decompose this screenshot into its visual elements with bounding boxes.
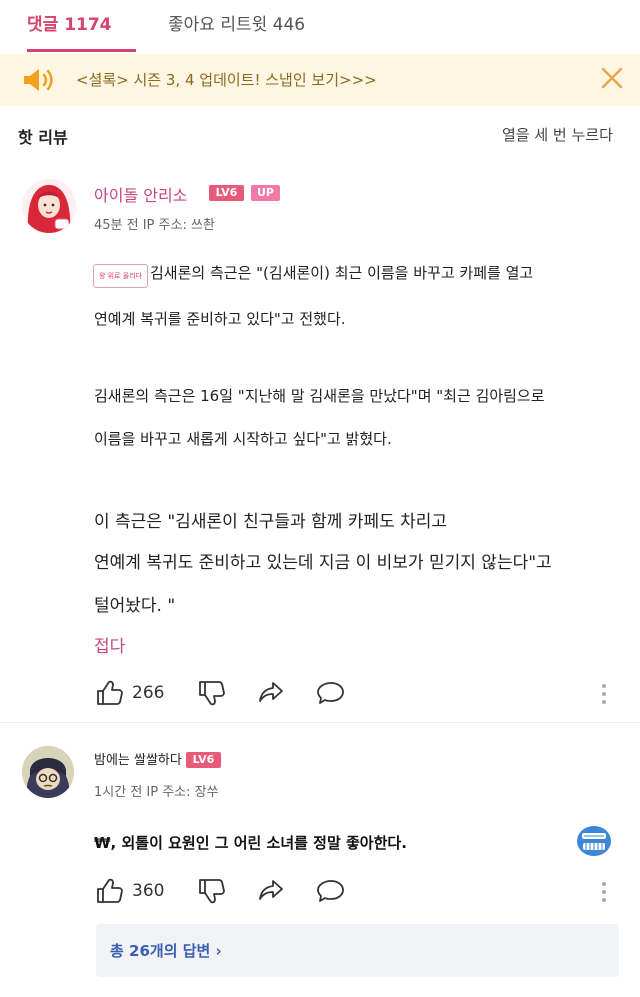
level-badge: LV6 (209, 185, 244, 201)
notice-banner[interactable]: <셜록> 시즌 3, 4 업데이트! 스냅인 보기>>> (0, 54, 640, 106)
view-replies-button[interactable]: 총 26개의 답변 › (96, 924, 619, 977)
thumbs-down-icon[interactable] (198, 680, 226, 706)
comment-actions: 360 (94, 876, 614, 906)
avatar[interactable] (22, 746, 74, 798)
comment-divider (0, 722, 640, 723)
share-icon[interactable] (257, 680, 285, 706)
comment-meta: 1시간 전 IP 주소: 장쑤 (94, 785, 219, 800)
hot-review-title: 핫 리뷰 (18, 128, 68, 147)
comment-line: 이름을 바꾸고 새롭게 시작하고 싶다"고 밝혔다. (94, 430, 392, 448)
mini-badge: 왕 위로 올리다 (93, 264, 148, 288)
tab-likes-retweets[interactable]: 좋아요 리트윗 446 (168, 10, 305, 35)
reply-icon[interactable] (316, 680, 346, 706)
up-badge: UP (251, 185, 280, 201)
comment-meta: 45분 전 IP 주소: 쓰촨 (94, 218, 215, 233)
comment-text: ₩, 외톨이 요원인 그 어린 소녀를 정말 좋아한다. (94, 834, 407, 852)
speaker-icon (24, 69, 53, 91)
close-icon[interactable] (600, 66, 624, 90)
tab-comments[interactable]: 댓글 1174 (27, 10, 112, 35)
comment-username[interactable]: 아이돌 안리소 (94, 182, 187, 206)
more-icon[interactable] (602, 684, 606, 704)
like-count: 360 (132, 881, 165, 901)
comment-line: 털어놨다. " (94, 596, 176, 616)
thumbs-up-icon[interactable] (96, 680, 124, 706)
emoji-face-icon (577, 826, 611, 856)
comment-username[interactable]: 밤에는 쌀쌀하다 (94, 749, 182, 768)
like-count: 266 (132, 683, 165, 703)
more-icon[interactable] (602, 882, 606, 902)
avatar[interactable] (22, 179, 76, 233)
comment-line: 김새론의 측근은 "(김새론이) 최근 이름을 바꾸고 카페를 열고 (150, 264, 534, 282)
notice-text[interactable]: <셜록> 시즌 3, 4 업데이트! 스냅인 보기>>> (76, 69, 377, 90)
replies-label[interactable]: 총 26개의 답변 › (110, 940, 222, 961)
comment-actions: 266 (94, 678, 614, 708)
comment-line: 연예계 복귀도 준비하고 있는데 지금 이 비보가 믿기지 않는다"고 (94, 553, 552, 573)
active-tab-indicator (27, 49, 136, 52)
share-icon[interactable] (257, 878, 285, 904)
level-badge: LV6 (186, 752, 221, 768)
comment-tabs: 댓글 1174 좋아요 리트윗 446 (0, 0, 640, 54)
comment-line: 연예계 복귀를 준비하고 있다"고 전했다. (94, 310, 346, 328)
thumbs-down-icon[interactable] (198, 878, 226, 904)
sort-action[interactable]: 열을 세 번 누르다 (502, 124, 613, 145)
comment-line: 김새론의 측근은 16일 "지난해 말 김새론을 만났다"며 "최근 김아림으로 (94, 387, 545, 405)
reply-icon[interactable] (316, 878, 346, 904)
thumbs-up-icon[interactable] (96, 878, 124, 904)
fold-button[interactable]: 접다 (94, 632, 125, 657)
comment-line: 이 측근은 "김새론이 친구들과 함께 카페도 차리고 (94, 512, 448, 532)
